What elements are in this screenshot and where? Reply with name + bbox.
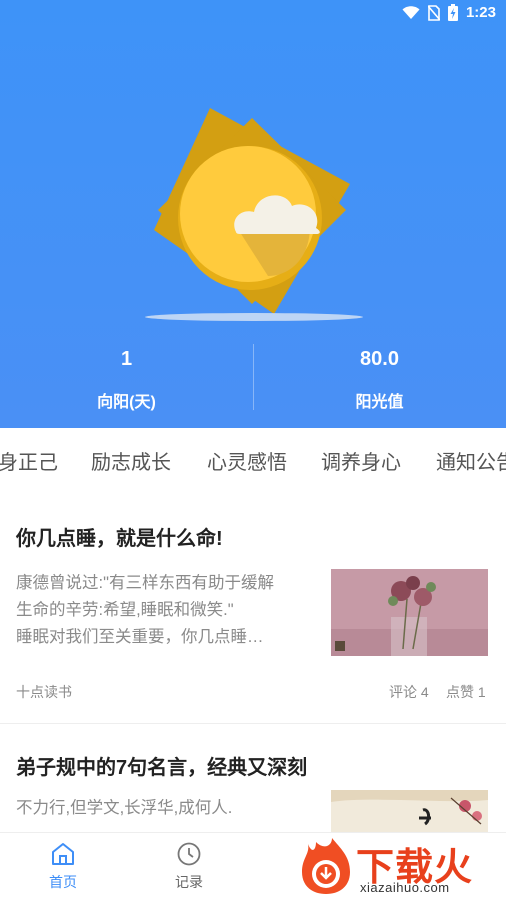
- article-thumbnail[interactable]: [331, 569, 488, 656]
- article-title[interactable]: 你几点睡，就是什么命!: [16, 522, 223, 551]
- tab-category-2[interactable]: 励志成长: [91, 446, 171, 475]
- article-likes[interactable]: 点赞 1: [446, 682, 486, 702]
- article-source: 十点读书: [16, 684, 72, 700]
- watermark-url: xiazaihuo.com: [360, 880, 450, 895]
- home-icon: [52, 843, 74, 865]
- tab-category-4[interactable]: 调养身心: [321, 446, 401, 475]
- category-tabs: 身正己 励志成长 心灵感悟 调养身心 通知公告: [0, 428, 506, 490]
- stat-days-label: 向阳(天): [97, 394, 156, 411]
- sun-cloud-illustration: [150, 108, 356, 314]
- tab-category-1[interactable]: 身正己: [0, 446, 58, 475]
- clock-icon: [177, 842, 201, 866]
- nav-records[interactable]: 记录: [149, 841, 229, 892]
- flame-logo-icon: [302, 838, 350, 894]
- article-card[interactable]: 你几点睡，就是什么命! 康德曾说过:"有三样东西有助于缓解 生命的辛劳:希望,睡…: [0, 490, 506, 724]
- status-bar: 1:23: [0, 0, 506, 28]
- article-summary: 不力行,但学文,长浮华,成何人.: [16, 795, 316, 822]
- header-panel: 1:23 1 向阳(天) 80.0 阳光值: [0, 0, 506, 428]
- article-summary-line: 康德曾说过:"有三样东西有助于缓解: [16, 574, 274, 592]
- nav-records-label: 记录: [175, 874, 203, 890]
- article-title[interactable]: 弟子规中的7句名言，经典又深刻: [16, 751, 307, 780]
- battery-charging-icon: [447, 4, 458, 21]
- tab-category-5[interactable]: 通知公告: [436, 446, 506, 475]
- stat-sunshine: 80.0 阳光值: [253, 340, 506, 416]
- article-summary-line: 睡眠对我们至关重要，你几点睡…: [16, 628, 264, 646]
- stat-sunshine-value: 80.0: [360, 348, 399, 370]
- watermark-logo: 下载火 xiazaihuo.com: [298, 834, 504, 900]
- no-sim-icon: [427, 4, 440, 21]
- wifi-icon: [402, 5, 420, 19]
- stat-sunshine-label: 阳光值: [355, 394, 404, 411]
- nav-home-label: 首页: [49, 874, 77, 890]
- stat-days-value: 1: [120, 348, 133, 370]
- status-time: 1:23: [465, 4, 496, 21]
- article-summary-line: 不力行,但学文,长浮华,成何人.: [16, 799, 233, 817]
- sun-shadow: [145, 313, 363, 321]
- article-card[interactable]: 弟子规中的7句名言，经典又深刻 不力行,但学文,长浮华,成何人.: [0, 724, 506, 877]
- article-comments[interactable]: 评论 4: [389, 682, 429, 702]
- stats-row: 1 向阳(天) 80.0 阳光值: [0, 340, 506, 416]
- nav-home[interactable]: 首页: [23, 841, 103, 892]
- tab-category-3[interactable]: 心灵感悟: [207, 446, 287, 475]
- article-summary-line: 生命的辛劳:希望,睡眠和微笑.": [16, 601, 234, 619]
- article-summary: 康德曾说过:"有三样东西有助于缓解 生命的辛劳:希望,睡眠和微笑." 睡眠对我们…: [16, 570, 316, 651]
- stat-days: 1 向阳(天): [0, 340, 253, 416]
